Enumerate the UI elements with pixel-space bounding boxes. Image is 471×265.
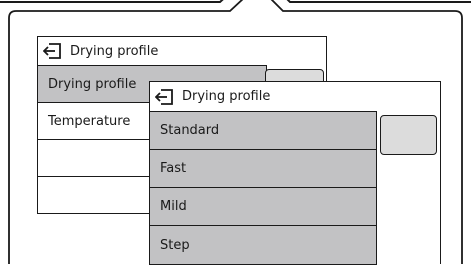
option-mild[interactable]: Mild: [149, 187, 377, 226]
option-step[interactable]: Step: [149, 225, 377, 265]
back-arrow-icon[interactable]: [155, 87, 175, 107]
scrollbar-thumb[interactable]: [380, 115, 437, 155]
option-label: Standard: [160, 123, 220, 138]
option-label: Step: [160, 237, 190, 253]
drying-profile-menu-front: Drying profile Standard Fast Mild Step: [149, 81, 441, 265]
row-label: Temperature: [48, 113, 131, 129]
menu-header: Drying profile: [149, 81, 441, 112]
menu-header: Drying profile: [37, 36, 327, 66]
option-label: Fast: [160, 161, 187, 176]
row-label: Drying profile: [48, 76, 137, 92]
option-label: Mild: [160, 199, 187, 214]
menu-title: Drying profile: [70, 43, 159, 59]
option-fast[interactable]: Fast: [149, 149, 377, 188]
back-arrow-icon[interactable]: [43, 41, 63, 61]
option-standard[interactable]: Standard: [149, 111, 377, 150]
menu-title: Drying profile: [182, 89, 271, 104]
